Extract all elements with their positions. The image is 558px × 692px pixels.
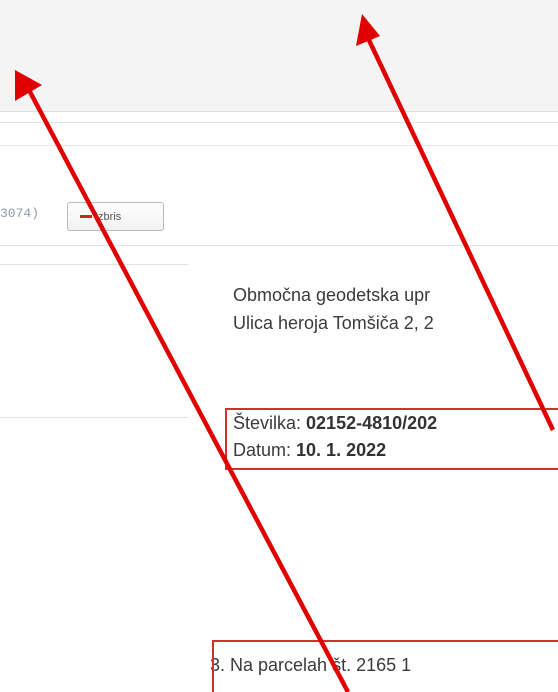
arrow-line <box>365 37 556 431</box>
screenshot: 3074) Izbris Območna geodetska upr Ulica… <box>0 0 558 692</box>
annotation-arrows <box>15 14 556 692</box>
arrow-head <box>15 70 42 101</box>
arrow-line <box>27 88 350 692</box>
